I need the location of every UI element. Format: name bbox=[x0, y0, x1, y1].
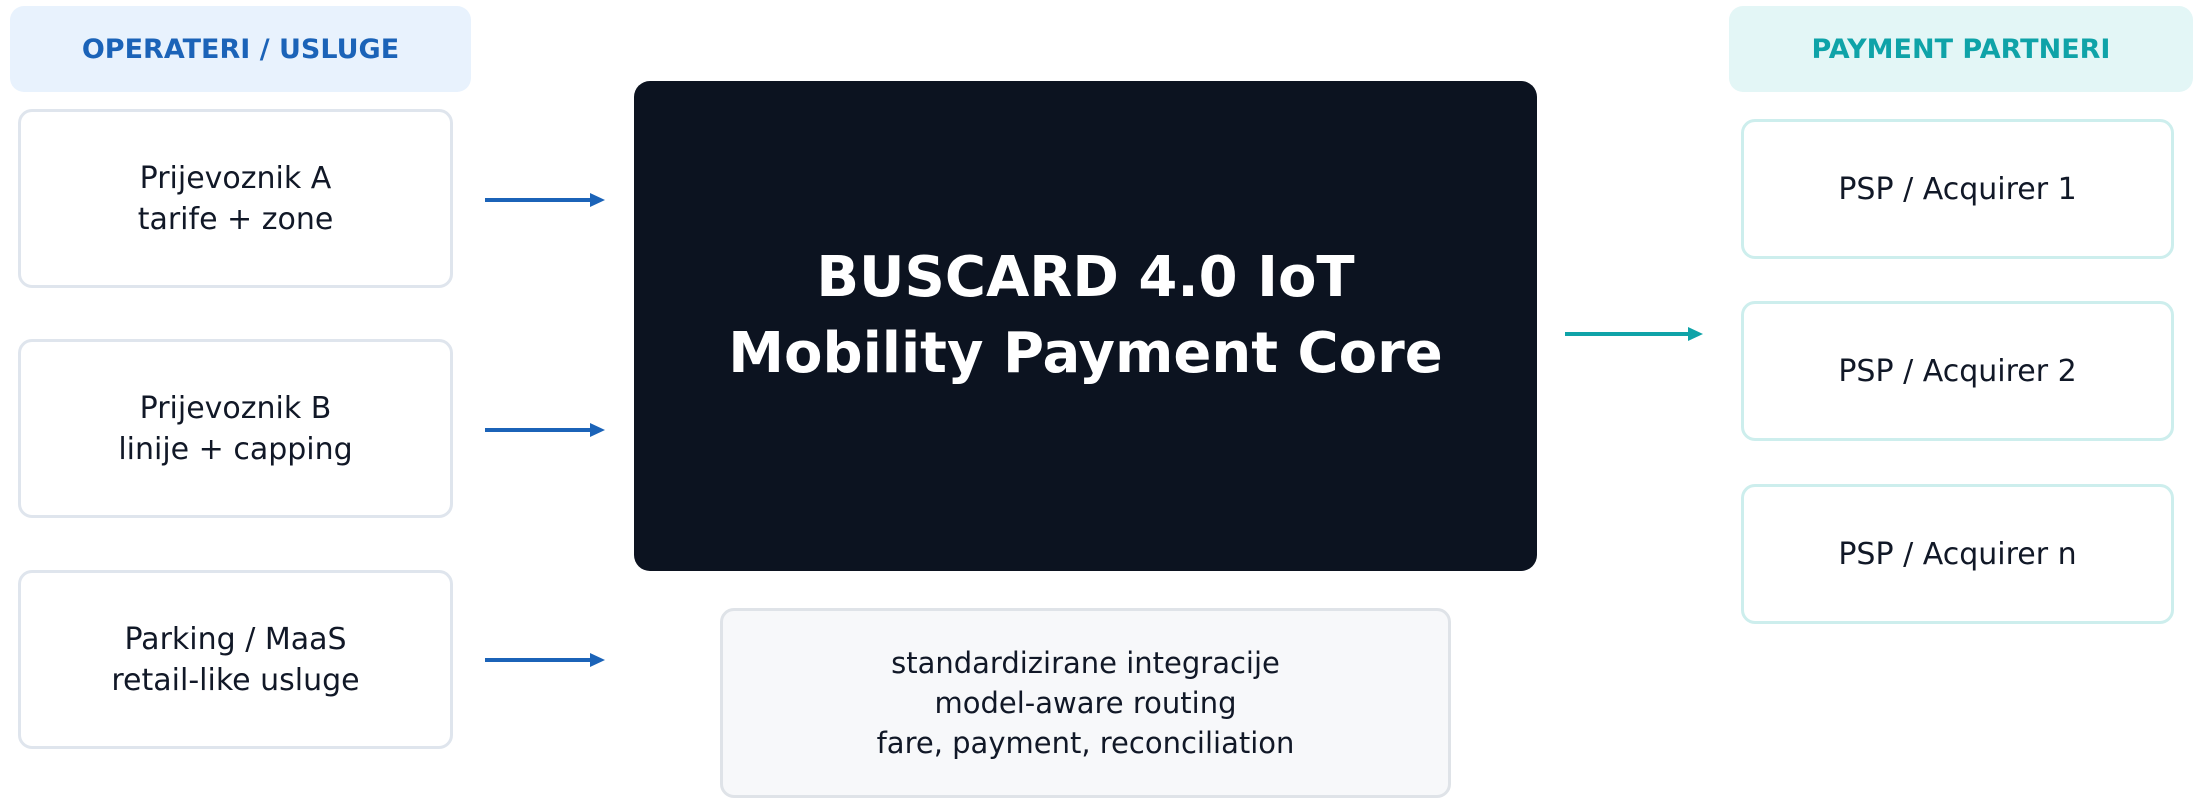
connector-arrows bbox=[485, 193, 1703, 667]
operator-arrow-icon bbox=[485, 423, 605, 437]
payment-arrow-icon bbox=[1565, 327, 1703, 341]
operator-arrow-icon bbox=[485, 653, 605, 667]
operator-arrow-icon bbox=[485, 193, 605, 207]
